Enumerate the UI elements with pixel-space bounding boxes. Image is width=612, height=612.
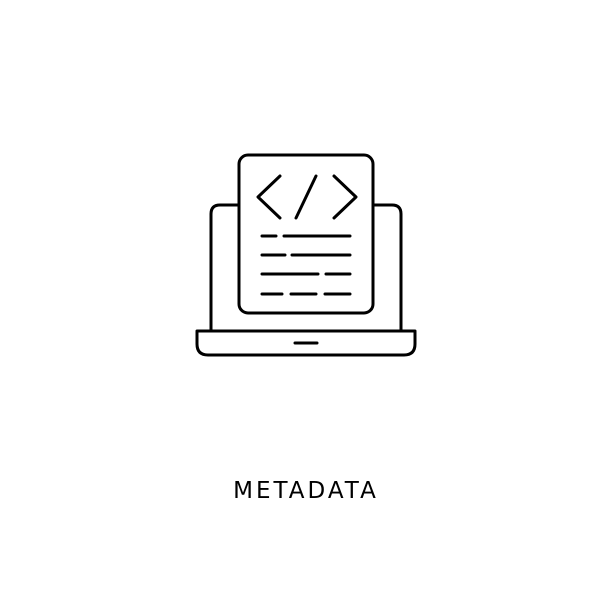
caption-label: METADATA [233, 478, 379, 504]
metadata-icon [0, 0, 612, 612]
document-page-icon [237, 153, 375, 315]
icon-canvas: METADATA [0, 0, 612, 612]
laptop-code-document-icon [195, 153, 417, 357]
